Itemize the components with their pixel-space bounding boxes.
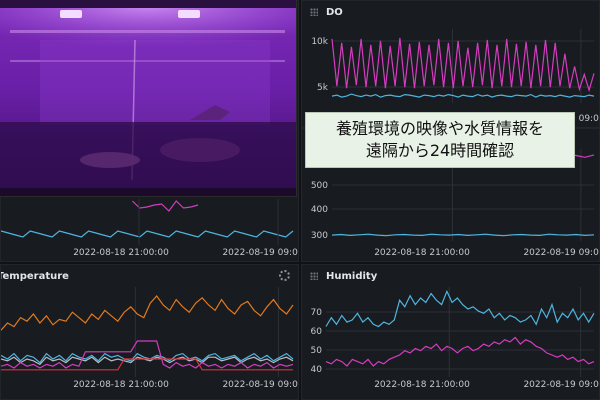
y-tick-label: 5k [317,83,329,93]
series-line [1,230,294,238]
y-tick-label: 300 [311,231,328,241]
caption-overlay: 養殖環境の映像や水質情報を 遠隔から24時間確認 [305,112,575,168]
x-tick-label: 2022-08-19 09:00 [523,380,600,390]
x-tick-label: 2022-08-18 21:00:00 [374,248,470,258]
aquarium-video-feed[interactable] [0,0,297,197]
y-tick-label: 40 [311,365,323,375]
series-line [325,336,595,367]
y-tick-label: 500 [311,181,328,191]
series-line [1,340,294,369]
caption-line-1: 養殖環境の映像や水質情報を [335,119,544,138]
gridlines [332,29,594,103]
x-tick-label: 2022-08-19 09:00 [222,248,299,258]
humidity-chart: 70 60 50 40 2022-08-18 21:00:00 2022-08-19 09… [311,287,600,390]
y-tick-label: 50 [311,346,323,356]
x-tick-label: 2022-08-18 21:00:00 [73,248,169,258]
x-tick-label: 2022-08-19 09:00 [523,248,600,258]
y-tick-label: 70 [311,308,323,318]
x-tick-label: 2022-08-18 21:00:00 [374,380,470,390]
x-tick-label: 2022-08-19 09:00 [222,380,299,390]
humidity-panel: Humidity 70 60 50 40 2022-08-18 21:00:00 2022… [301,264,600,400]
do-panel: DO 10k5k2022-08-18 21:00:002022-08-19 09… [301,0,600,128]
series-line [131,200,199,212]
aquarium-image [0,0,296,196]
caption-line-2: 遠隔から24時間確認 [365,141,515,160]
series-line [331,93,595,98]
y-tick-label: 60 [311,327,323,337]
y-tick-label: 400 [311,205,328,215]
series-line [1,358,293,371]
series-line [331,37,595,93]
gridlines [134,287,279,377]
temperature-panel: Temperature 2022-08-18 21:00:00 2022-08-1… [0,264,299,400]
y-tick-label: 10k [311,37,328,47]
x-tick-label: 2022-08-18 21:00:00 [73,380,169,390]
do-chart: 10k5k2022-08-18 21:00:002022-08-19 09:00 [311,29,599,124]
series-line [325,289,595,328]
series-line [1,295,294,331]
temperature-chart: 2022-08-18 21:00:00 2022-08-19 09:00 [1,287,299,390]
